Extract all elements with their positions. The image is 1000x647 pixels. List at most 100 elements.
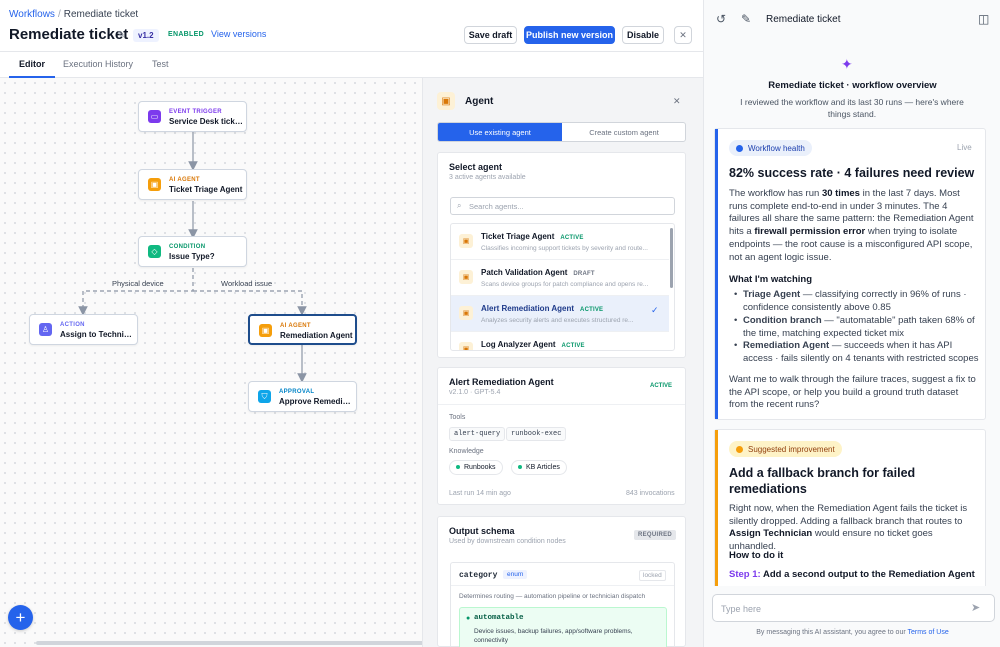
tab-test[interactable]: Test xyxy=(152,59,169,69)
watching-heading: What I'm watching xyxy=(729,274,813,285)
edge-condition-assign xyxy=(78,268,194,316)
tab-editor[interactable]: Editor xyxy=(19,59,45,69)
knowledge-chip: KB Articles xyxy=(511,460,567,475)
node-approval[interactable]: ⛉ APPROVAL Approve Remediation xyxy=(248,381,357,412)
tool-chip: alert-query xyxy=(449,427,506,441)
shield-check-icon: ⛉ xyxy=(258,390,271,403)
node-label: Assign to Technician xyxy=(60,330,135,339)
agent-description: Classifies incoming support tickets by s… xyxy=(481,245,648,252)
page-title: Remediate ticket xyxy=(9,26,129,43)
suggested-improvement-card: Suggested improvement Add a fallback bra… xyxy=(714,429,986,586)
assistant-messages[interactable]: Workflow health Live 82% success rate · … xyxy=(714,128,986,586)
health-headline: 82% success rate · 4 failures need revie… xyxy=(729,166,975,180)
robot-icon: ▣ xyxy=(459,270,473,284)
agent-detail-name: Alert Remediation Agent xyxy=(449,377,554,387)
assistant-title: Remediate ticket xyxy=(766,14,841,25)
edge-label-workload: Workload issue xyxy=(219,279,275,288)
agent-option-patch-validation[interactable]: ▣ Patch Validation Agent DRAFT Scans devi… xyxy=(451,260,669,296)
bullet-icon: ● xyxy=(466,615,471,622)
accent-bar xyxy=(715,430,718,586)
terms-link[interactable]: Terms of Use xyxy=(908,629,949,636)
search-icon: ⌕ xyxy=(457,201,462,210)
node-event-trigger[interactable]: ▭ EVENT TRIGGER Service Desk ticket crea… xyxy=(138,101,247,132)
view-versions-link[interactable]: View versions xyxy=(211,29,266,39)
node-condition[interactable]: ◇ CONDITION Issue Type? xyxy=(138,236,247,267)
agent-status-badge: ACTIVE xyxy=(560,235,584,241)
agent-name: Ticket Triage Agent xyxy=(481,232,555,241)
edge-condition-remediation xyxy=(193,290,307,316)
sparkle-icon: ✦ xyxy=(841,56,853,72)
workflow-health-chip: Workflow health xyxy=(729,140,812,156)
diamond-icon: ◇ xyxy=(148,245,161,258)
close-panel-icon[interactable]: ✕ xyxy=(673,96,681,107)
new-chat-icon[interactable]: ✎ xyxy=(741,12,751,26)
agent-list-scrollbar[interactable] xyxy=(670,228,673,288)
node-label: Service Desk ticket created xyxy=(169,117,244,126)
agent-name: Patch Validation Agent xyxy=(481,268,568,277)
agent-detail-badge: ACTIVE xyxy=(650,383,673,389)
check-icon: ✓ xyxy=(651,305,659,315)
sidebar-toggle-icon[interactable]: ◫ xyxy=(978,12,989,26)
robot-icon: ▣ xyxy=(259,324,272,337)
node-kind: ACTION xyxy=(60,322,85,328)
node-label: Issue Type? xyxy=(169,252,215,261)
node-remediation-agent[interactable]: ▣ AI AGENT Remediation Agent xyxy=(248,314,357,345)
watch-bullet: • Triage Agent — classifying correctly in… xyxy=(734,289,967,313)
node-label: Remediation Agent xyxy=(280,331,353,340)
add-node-button[interactable]: + xyxy=(8,605,33,630)
health-followup: Want me to walk through the failure trac… xyxy=(729,374,976,411)
node-label: Approve Remediation xyxy=(279,397,354,406)
overview-title: Remediate ticket · workflow overview xyxy=(768,80,937,91)
agent-option-alert-remediation[interactable]: ▣ Alert Remediation Agent ACTIVE Analyzes… xyxy=(451,296,669,332)
agent-status-badge: DRAFT xyxy=(573,271,595,277)
divider xyxy=(451,585,674,586)
output-schema-card: Output schema Used by downstream conditi… xyxy=(437,516,686,647)
select-agent-sub: 3 active agents available xyxy=(449,174,526,181)
option-name: automatable xyxy=(474,614,524,622)
breadcrumb: Workflows / Remediate ticket xyxy=(9,9,138,20)
agent-description: Analyzes security alerts and executes st… xyxy=(481,317,634,324)
tab-execution-history[interactable]: Execution History xyxy=(63,59,133,69)
suggested-improvement-chip: Suggested improvement xyxy=(729,441,842,457)
live-indicator: Live xyxy=(957,143,972,152)
robot-icon: ▣ xyxy=(459,342,473,350)
close-editor-button[interactable]: ✕ xyxy=(674,26,692,44)
select-agent-card: Select agent 3 active agents available ⌕… xyxy=(437,152,686,358)
agent-option-log-analyzer[interactable]: ▣ Log Analyzer Agent ACTIVE xyxy=(451,332,669,350)
field-description: Determines routing — automation pipeline… xyxy=(459,593,646,600)
edit-title-icon[interactable]: ✎ xyxy=(117,30,125,41)
enum-option-automatable: ● automatable Device issues, backup fail… xyxy=(459,607,667,647)
health-summary: The workflow has run 30 times in the las… xyxy=(729,188,974,263)
option-description: Device issues, backup failures, app/soft… xyxy=(474,628,633,644)
edge-label-physical: Physical device xyxy=(110,279,166,288)
disable-button[interactable]: Disable xyxy=(622,26,664,44)
workflow-canvas[interactable]: Physical device Workload issue ▭ EVENT T… xyxy=(0,78,422,647)
invocations-count: 843 invocations xyxy=(626,490,675,497)
node-assign-technician[interactable]: ♙ ACTION Assign to Technician xyxy=(29,314,138,345)
robot-icon: ▣ xyxy=(459,306,473,320)
schema-field: category enum locked Determines routing … xyxy=(450,562,675,647)
node-kind: APPROVAL xyxy=(279,389,315,395)
save-draft-button[interactable]: Save draft xyxy=(464,26,517,44)
search-placeholder: Search agents... xyxy=(469,202,524,211)
watch-bullet: • Remediation Agent — succeeds when it ha… xyxy=(734,340,979,364)
agent-detail-card: Alert Remediation Agent v2.1.0 · GPT-5.4… xyxy=(437,367,686,505)
how-to-heading: How to do it xyxy=(729,550,784,561)
publish-button[interactable]: Publish new version xyxy=(524,26,615,44)
create-custom-agent-tab[interactable]: Create custom agent xyxy=(562,123,685,141)
assistant-header: ↺ ✎ Remediate ticket ◫ xyxy=(704,0,1000,40)
history-icon[interactable]: ↺ xyxy=(716,12,726,26)
step-1: Step 1: Add a second output to the Remed… xyxy=(729,569,975,580)
agent-detail-meta: v2.1.0 · GPT-5.4 xyxy=(449,389,501,396)
use-existing-agent-tab[interactable]: Use existing agent xyxy=(438,123,562,141)
send-icon[interactable]: ➤ xyxy=(971,601,980,614)
workflow-edges xyxy=(78,132,307,383)
agent-search-input[interactable]: ⌕ Search agents... xyxy=(450,197,675,215)
status-badge: ENABLED xyxy=(168,31,204,38)
chat-input[interactable]: Type here ➤ xyxy=(712,594,995,622)
field-name: category xyxy=(459,571,498,580)
agent-option-ticket-triage[interactable]: ▣ Ticket Triage Agent ACTIVE Classifies i… xyxy=(451,224,669,260)
breadcrumb-workflows-link[interactable]: Workflows xyxy=(9,9,55,20)
node-ticket-triage-agent[interactable]: ▣ AI AGENT Ticket Triage Agent xyxy=(138,169,247,200)
agent-status-badge: ACTIVE xyxy=(580,307,604,313)
